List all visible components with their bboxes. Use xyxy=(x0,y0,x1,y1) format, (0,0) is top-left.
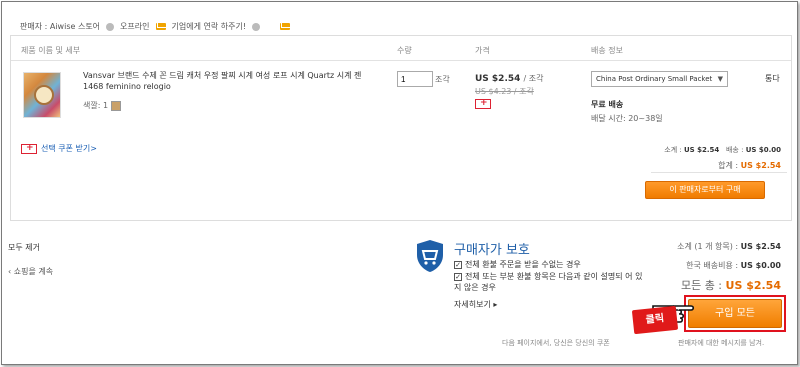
quantity-input[interactable] xyxy=(397,71,433,87)
col-header-price: 가격 xyxy=(475,46,490,55)
total-divider xyxy=(651,172,787,173)
shipping-value: US $0.00 xyxy=(745,146,781,154)
next-page-note: 다음 페이지에서, 당신은 당신의 쿠폰 xyxy=(502,339,610,347)
subtotal-label: 소계 : xyxy=(664,146,682,154)
product-color-label: 색깔: 1 xyxy=(83,101,109,110)
protection-item-1-text: 전체 환불 주문을 받을 수없는 경우 xyxy=(465,260,581,269)
check-icon: ✓ xyxy=(454,272,462,281)
col-header-qty: 수량 xyxy=(397,46,412,55)
contact-seller-link[interactable]: 기업에게 연락 하주기! xyxy=(172,21,247,32)
summary-shipping-label: 한국 배송비용 : xyxy=(686,261,739,270)
original-price: US $4.23 / 조각 xyxy=(475,87,534,96)
offline-status: 오프라인 xyxy=(120,22,150,31)
buyer-protection-title: 구매자가 보호 xyxy=(454,243,530,258)
col-header-shipping: 배송 정보 xyxy=(591,46,623,55)
product-thumbnail[interactable] xyxy=(23,72,61,118)
product-color: 색깔: 1 xyxy=(83,100,122,111)
info-icon[interactable] xyxy=(252,22,261,31)
row-subtotal: 소계 : US $2.54 배송 : US $0.00 xyxy=(664,145,781,155)
col-header-product: 제품 이름 및 세부 xyxy=(21,46,81,55)
price-badge xyxy=(475,98,491,111)
buy-all-button[interactable]: 구입 모든 xyxy=(688,299,782,328)
remove-all-link[interactable]: 모두 제거 xyxy=(8,242,40,253)
total-label: 합계 : xyxy=(718,161,739,170)
product-name-link[interactable]: Vansvar 브랜드 수제 꼰 드림 캐처 우정 팔찌 시계 여성 로프 시계… xyxy=(83,70,373,92)
unit-price: US $2.54 / 조각 xyxy=(475,73,544,84)
learn-more-link[interactable]: 자세히보기 ▸ xyxy=(454,299,497,310)
total-value: US $2.54 xyxy=(740,161,781,170)
shield-icon xyxy=(417,240,443,272)
seller-label[interactable]: 판매자 : Aiwise 스토어 xyxy=(20,21,100,32)
summary-shipping: 한국 배송비용 : US $0.00 xyxy=(686,260,781,271)
summary-subtotal-label: 소계 (1 개 항목) : xyxy=(677,242,739,251)
header-divider xyxy=(11,60,791,61)
continue-shopping-label: 쇼핑을 계속 xyxy=(13,267,54,276)
edge-text: 통다 xyxy=(765,74,780,83)
summary-shipping-value: US $0.00 xyxy=(740,261,781,270)
summary-subtotal-value: US $2.54 xyxy=(740,242,781,251)
free-shipping-label: 무료 배송 xyxy=(591,100,624,109)
coupon-text[interactable]: 선택 쿠폰 받기> xyxy=(41,143,97,154)
continue-shopping-link[interactable]: ‹ 쇼핑을 계속 xyxy=(8,266,53,277)
coupon-link[interactable]: 선택 쿠폰 받기> xyxy=(21,143,97,154)
order-table: 제품 이름 및 세부 수량 가격 배송 정보 Vansvar 브랜드 수제 꼰 … xyxy=(10,35,792,221)
unit-price-unit: / 조각 xyxy=(523,74,544,83)
color-swatch xyxy=(111,100,122,111)
protection-item-1: ✓ 전체 환불 주문을 받을 수없는 경우 xyxy=(454,259,581,270)
app-discount-icon xyxy=(475,98,491,109)
protection-item-2: ✓ 전체 또는 부분 환불 항목은 다음과 같이 설명되 어 있지 않은 경우 xyxy=(454,271,644,293)
cart-window: 판매자 : Aiwise 스토어 오프라인 기업에게 연락 하주기! 제품 이름… xyxy=(1,1,798,365)
seller-row: 판매자 : Aiwise 스토어 오프라인 기업에게 연락 하주기! xyxy=(20,21,291,32)
shipping-label: 배송 : xyxy=(725,146,744,154)
summary-subtotal: 소계 (1 개 항목) : US $2.54 xyxy=(677,241,781,252)
summary-total: 모든 총 : US $2.54 xyxy=(681,277,781,293)
next-page-note-tail: 판매자에 대한 메시지를 남겨. xyxy=(678,339,765,347)
row-total: 합계 : US $2.54 xyxy=(718,160,781,171)
offline-status-icon xyxy=(106,22,115,31)
shipping-method-value: China Post Ordinary Small Packet xyxy=(596,75,713,83)
delivery-time: 배달 시간: 20~38일 xyxy=(591,114,663,123)
protection-item-2-text: 전체 또는 부분 환불 항목은 다음과 같이 설명되 어 있지 않은 경우 xyxy=(454,272,643,292)
click-badge: 클릭 xyxy=(631,305,679,335)
chevron-down-icon: ▼ xyxy=(717,75,723,83)
buy-from-seller-button[interactable]: 이 판매자로부터 구매 xyxy=(645,181,765,199)
unit-price-value: US $2.54 xyxy=(475,74,521,84)
summary-total-value: US $2.54 xyxy=(725,279,781,292)
mail-icon-secondary[interactable] xyxy=(280,23,291,30)
coupon-icon xyxy=(21,143,37,154)
qty-unit: 조각 xyxy=(435,75,450,84)
shipping-method-select[interactable]: China Post Ordinary Small Packet ▼ xyxy=(591,71,728,87)
mail-icon[interactable] xyxy=(155,23,166,30)
check-icon: ✓ xyxy=(454,260,462,269)
subtotal-value: US $2.54 xyxy=(683,146,720,154)
